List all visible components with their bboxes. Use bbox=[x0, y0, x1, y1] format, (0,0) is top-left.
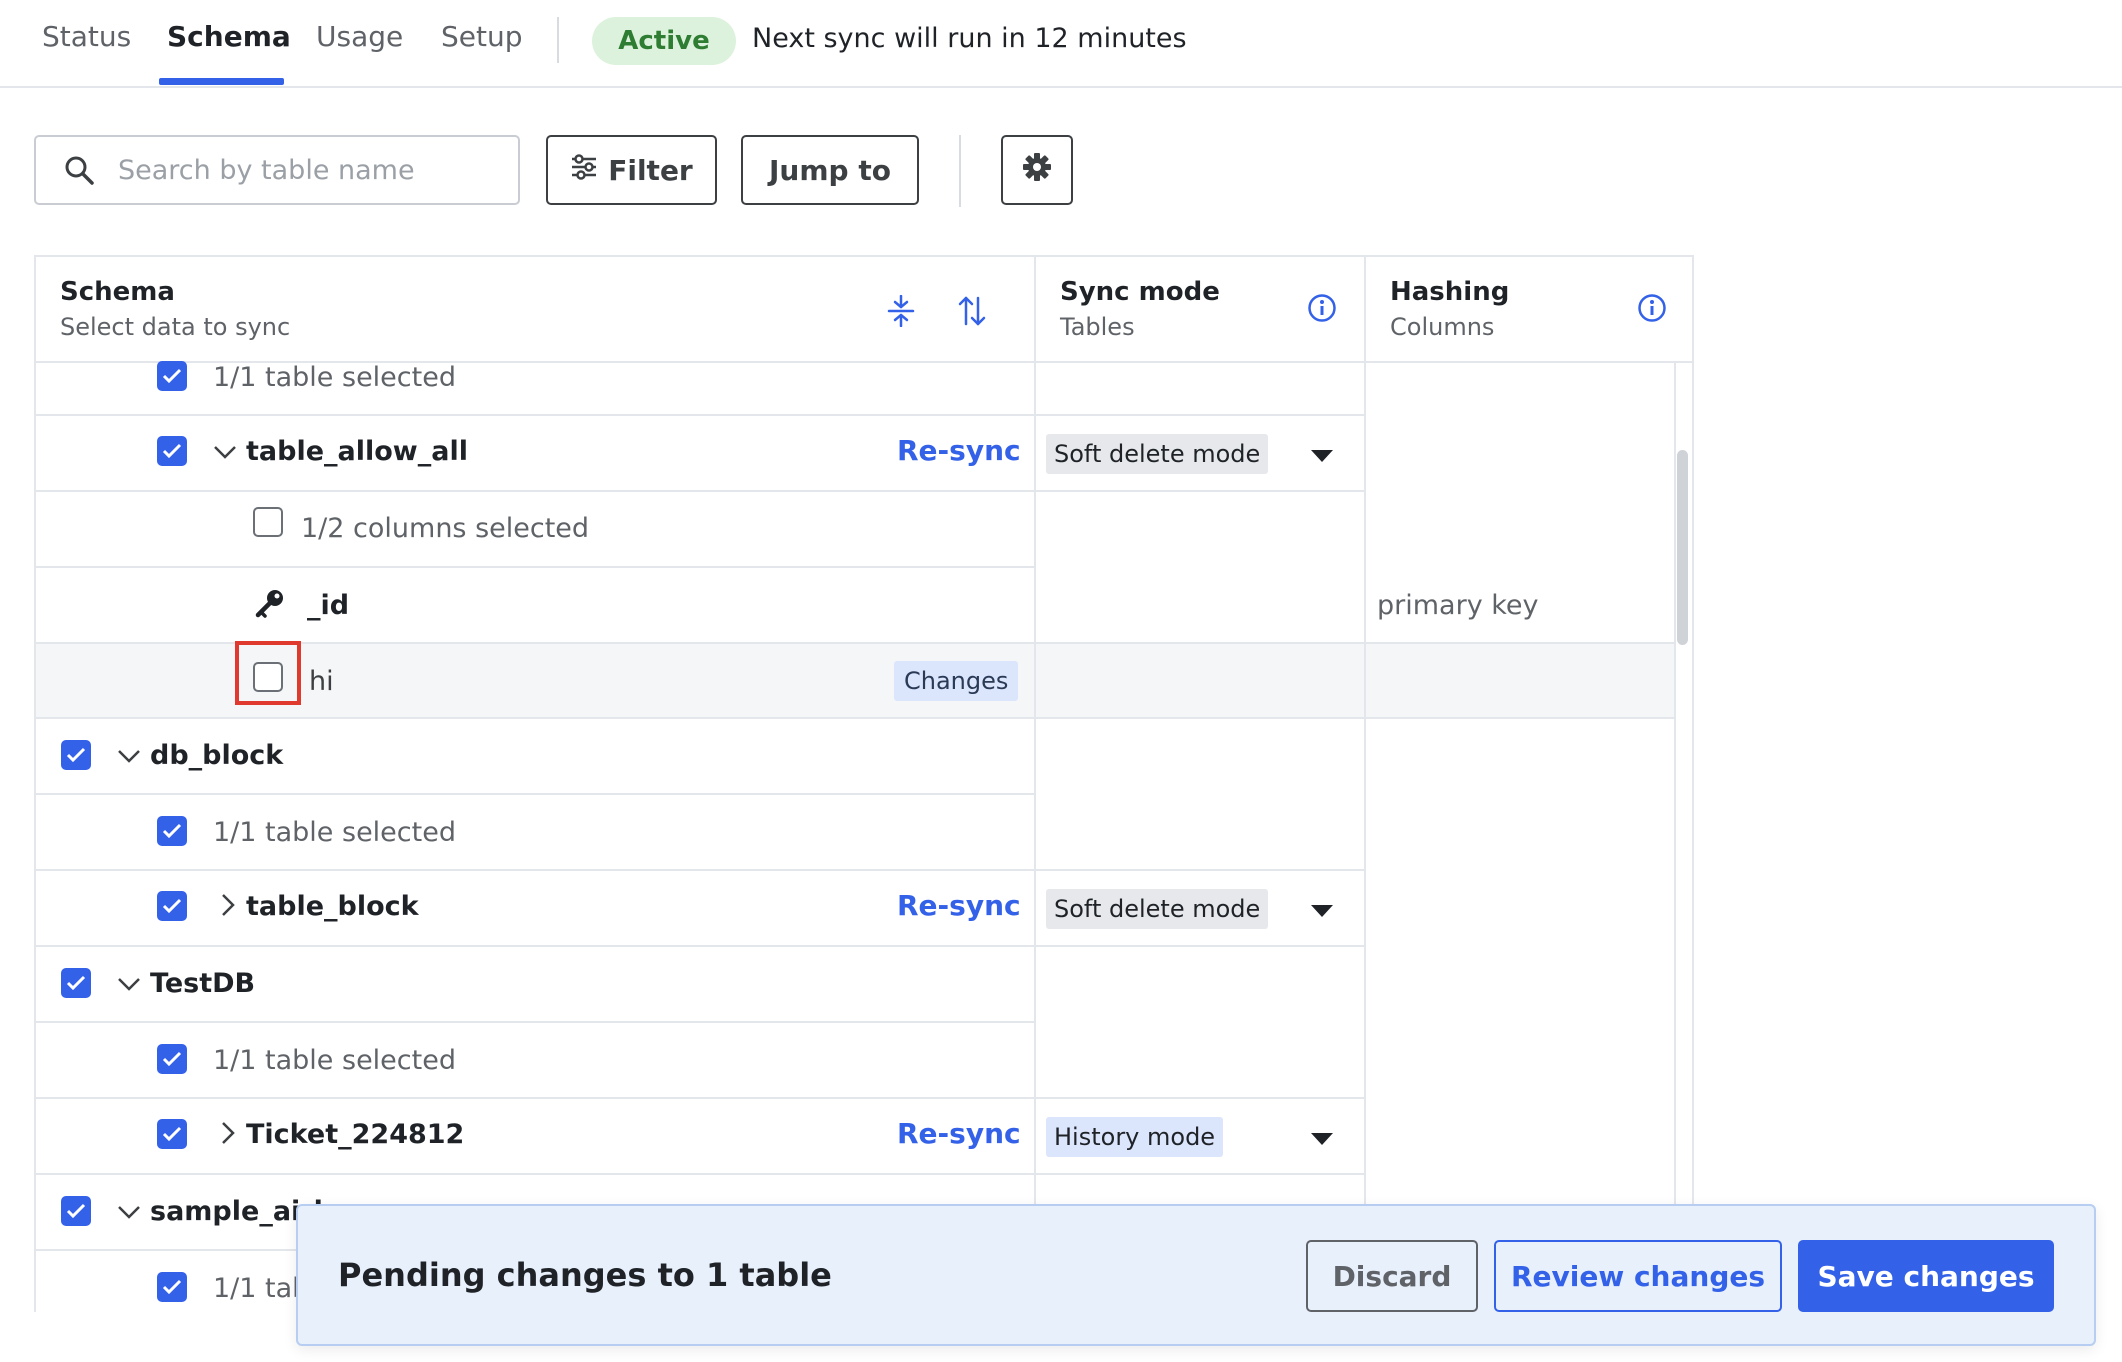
row-checkbox[interactable] bbox=[157, 1044, 187, 1074]
next-sync-text: Next sync will run in 12 minutes bbox=[752, 23, 1187, 54]
chevron-down-icon[interactable] bbox=[214, 441, 236, 463]
sort-icon[interactable] bbox=[957, 295, 987, 331]
jump-to-label: Jump to bbox=[769, 153, 891, 187]
schema-header-title: Schema bbox=[60, 277, 175, 307]
table-name[interactable]: table_allow_all bbox=[246, 436, 468, 467]
hashing-column-header: Hashing Columns bbox=[1366, 257, 1692, 362]
row-checkbox[interactable] bbox=[157, 891, 187, 921]
info-icon[interactable] bbox=[1637, 293, 1667, 327]
sync-mode-select[interactable]: Soft delete mode bbox=[1046, 889, 1269, 929]
tab-divider bbox=[557, 17, 559, 63]
search-icon bbox=[64, 155, 94, 189]
highlighted-row-bg bbox=[1036, 643, 1364, 717]
info-icon[interactable] bbox=[1307, 293, 1337, 327]
scrollbar[interactable] bbox=[1677, 450, 1688, 645]
chevron-down-icon[interactable] bbox=[118, 1201, 140, 1223]
schema-column-header: Schema Select data to sync bbox=[36, 257, 1036, 362]
row-divider bbox=[36, 566, 1034, 568]
active-tab-indicator bbox=[159, 78, 284, 85]
column-name: _id bbox=[307, 590, 350, 621]
highlighted-row-bg bbox=[36, 643, 1034, 717]
sync-mode-select[interactable]: History mode bbox=[1046, 1117, 1224, 1157]
schema-name[interactable]: db_block bbox=[150, 740, 283, 771]
row-divider bbox=[36, 414, 1366, 416]
row-checkbox[interactable] bbox=[157, 1119, 187, 1149]
pending-changes-title: Pending changes to 1 table bbox=[338, 1256, 832, 1294]
gear-icon bbox=[1022, 152, 1052, 189]
chevron-right-icon[interactable] bbox=[217, 894, 239, 916]
resync-link[interactable]: Re-sync bbox=[897, 1117, 1021, 1150]
key-icon bbox=[255, 588, 285, 624]
search-placeholder: Search by table name bbox=[118, 155, 415, 186]
highlighted-row-bg bbox=[1366, 643, 1674, 717]
discard-button[interactable]: Discard bbox=[1306, 1240, 1478, 1312]
sync-mode-select[interactable]: Soft delete mode bbox=[1046, 434, 1269, 474]
hashing-header-subtitle: Columns bbox=[1390, 313, 1495, 341]
row-divider bbox=[36, 945, 1366, 947]
schema-name[interactable]: TestDB bbox=[150, 968, 255, 999]
filter-icon bbox=[570, 153, 598, 187]
column-name: hi bbox=[309, 666, 334, 697]
jump-to-button[interactable]: Jump to bbox=[741, 135, 919, 205]
highlight-box bbox=[235, 641, 301, 705]
sync-mode-header-subtitle: Tables bbox=[1060, 313, 1135, 341]
hashing-header-title: Hashing bbox=[1390, 277, 1510, 307]
row-checkbox[interactable] bbox=[157, 1272, 187, 1302]
save-changes-button[interactable]: Save changes bbox=[1798, 1240, 2054, 1312]
changes-badge: Changes bbox=[894, 661, 1019, 701]
row-checkbox[interactable] bbox=[157, 361, 187, 391]
resync-link[interactable]: Re-sync bbox=[897, 889, 1021, 922]
toolbar-divider bbox=[959, 135, 961, 207]
pending-changes-bar: Pending changes to 1 table Discard Revie… bbox=[296, 1204, 2096, 1346]
row-divider bbox=[36, 490, 1366, 492]
column-divider bbox=[1034, 257, 1036, 1362]
settings-button[interactable] bbox=[1001, 135, 1073, 205]
resync-link[interactable]: Re-sync bbox=[897, 434, 1021, 467]
row-divider bbox=[36, 1173, 1366, 1175]
row-divider bbox=[36, 793, 1034, 795]
tab-schema[interactable]: Schema bbox=[167, 20, 291, 53]
selection-summary: 1/1 table selected bbox=[213, 817, 456, 848]
row-divider bbox=[36, 1097, 1366, 1099]
search-input[interactable]: Search by table name bbox=[34, 135, 520, 205]
hashing-value: primary key bbox=[1377, 590, 1539, 621]
tab-usage[interactable]: Usage bbox=[316, 20, 403, 53]
chevron-down-icon[interactable] bbox=[1311, 905, 1333, 917]
chevron-down-icon[interactable] bbox=[1311, 450, 1333, 462]
top-nav: Status Schema Usage Setup Active Next sy… bbox=[0, 0, 2122, 88]
selection-summary: 1/2 columns selected bbox=[301, 513, 590, 544]
row-checkbox[interactable] bbox=[157, 816, 187, 846]
row-divider bbox=[36, 1021, 1034, 1023]
tab-setup[interactable]: Setup bbox=[441, 20, 523, 53]
row-checkbox[interactable] bbox=[61, 1196, 91, 1226]
sync-mode-header-title: Sync mode bbox=[1060, 277, 1220, 307]
sync-mode-column-header: Sync mode Tables bbox=[1036, 257, 1366, 362]
column-divider bbox=[1364, 257, 1366, 1362]
selection-summary: 1/1 table selected bbox=[213, 1045, 456, 1076]
row-checkbox[interactable] bbox=[61, 740, 91, 770]
schema-table: Schema Select data to sync Sync mode Tab… bbox=[34, 255, 1694, 1362]
row-checkbox[interactable] bbox=[253, 507, 283, 537]
schema-header-subtitle: Select data to sync bbox=[60, 313, 291, 341]
chevron-right-icon[interactable] bbox=[217, 1122, 239, 1144]
row-checkbox[interactable] bbox=[61, 968, 91, 998]
collapse-all-icon[interactable] bbox=[887, 294, 915, 331]
selection-summary: 1/1 table selected bbox=[213, 362, 456, 393]
table-name[interactable]: Ticket_224812 bbox=[246, 1119, 464, 1150]
chevron-down-icon[interactable] bbox=[1311, 1133, 1333, 1145]
chevron-down-icon[interactable] bbox=[118, 973, 140, 995]
chevron-down-icon[interactable] bbox=[118, 745, 140, 767]
status-badge: Active bbox=[592, 17, 736, 65]
review-changes-button[interactable]: Review changes bbox=[1494, 1240, 1782, 1312]
table-name[interactable]: table_block bbox=[246, 891, 419, 922]
filter-button[interactable]: Filter bbox=[546, 135, 717, 205]
row-divider bbox=[36, 869, 1366, 871]
row-divider bbox=[36, 717, 1674, 719]
tab-status[interactable]: Status bbox=[42, 20, 131, 53]
filter-label: Filter bbox=[608, 153, 693, 187]
row-checkbox[interactable] bbox=[157, 436, 187, 466]
